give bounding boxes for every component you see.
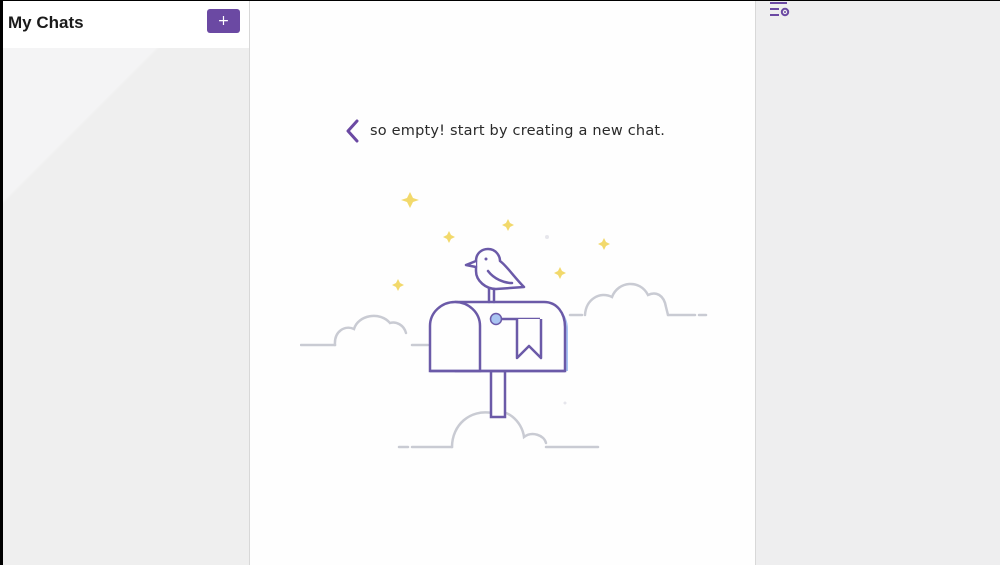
sidebar-header: My Chats +: [3, 1, 249, 48]
right-panel: [756, 1, 1000, 565]
main-panel: so empty! start by creating a new chat.: [250, 1, 756, 565]
mailbox-bird-illustration: [300, 192, 708, 449]
chat-sidebar: My Chats +: [3, 1, 250, 565]
chat-list: [3, 48, 249, 565]
bird-icon: [464, 247, 526, 304]
settings-list-icon[interactable]: [769, 1, 791, 19]
mailbox-icon: [428, 300, 568, 373]
empty-state-message: so empty! start by creating a new chat.: [344, 117, 665, 145]
empty-state-text: so empty! start by creating a new chat.: [370, 123, 666, 139]
app-window: My Chats + so empty! start by creating a…: [0, 0, 1000, 565]
sidebar-title: My Chats: [8, 13, 84, 32]
new-chat-button[interactable]: +: [207, 9, 240, 33]
chevron-left-icon: [346, 119, 359, 143]
cloud-icon: [568, 282, 708, 317]
cloud-icon: [300, 314, 430, 347]
